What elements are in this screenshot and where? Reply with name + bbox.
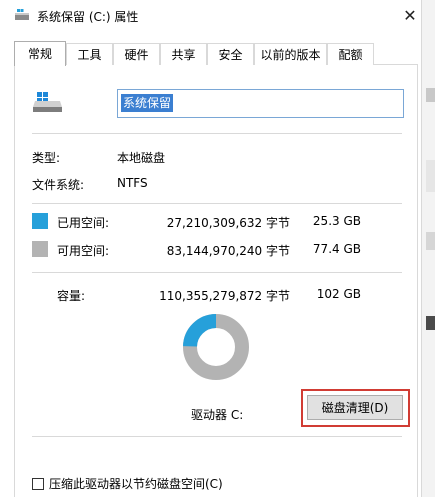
tab-label: 安全 [218,48,243,62]
tab-security[interactable]: 安全 [207,43,254,65]
background-panel-mark [426,160,435,192]
used-space-bytes: 27,210,309,632 字节 [166,216,290,230]
disk-cleanup-label: 磁盘清理(D) [321,401,389,415]
background-scroll-mark [426,88,435,102]
drive-letter-label: 驱动器 C: [191,408,244,422]
background-dark-mark [426,316,435,330]
tab-sharing[interactable]: 共享 [160,43,207,65]
filesystem-label: 文件系统: [32,178,85,192]
type-label: 类型: [32,151,61,165]
capacity-size: 102 GB [316,287,361,301]
window-title: 系统保留 (C:) 属性 [37,10,139,24]
general-panel [14,64,418,497]
capacity-label: 容量: [57,289,86,303]
properties-window: 系统保留 (C:) 属性 ✕ 常规 工具 硬件 共享 安全 以前的版本 配额 系… [0,0,422,497]
separator [32,436,402,437]
tab-label: 以前的版本 [260,48,321,62]
drive-name-input[interactable]: 系统保留 [117,89,404,118]
used-space-size: 25.3 GB [312,214,361,228]
background-panel-mark [426,232,435,250]
drive-name-value: 系统保留 [121,94,174,112]
separator [32,272,402,273]
used-space-label: 已用空间: [57,216,110,230]
used-space-swatch [32,213,48,229]
tab-quota[interactable]: 配额 [327,43,374,65]
title-bar[interactable]: 系统保留 (C:) 属性 ✕ [0,0,421,32]
tab-hardware[interactable]: 硬件 [113,43,160,65]
tab-label: 硬件 [124,48,149,62]
free-space-bytes: 83,144,970,240 字节 [166,244,290,258]
disk-cleanup-button[interactable]: 磁盘清理(D) [307,395,403,420]
drive-icon [33,92,62,112]
tab-general[interactable]: 常规 [14,41,66,66]
free-space-label: 可用空间: [57,244,110,258]
tab-label: 共享 [171,48,196,62]
free-space-size: 77.4 GB [312,242,361,256]
compress-checkbox[interactable] [32,477,44,490]
compress-option[interactable]: 压缩此驱动器以节约磁盘空间(C) [32,475,223,492]
drive-title-icon [15,9,29,20]
capacity-bytes: 110,355,279,872 字节 [159,289,290,303]
filesystem-value: NTFS [117,176,148,190]
type-value: 本地磁盘 [117,151,166,165]
separator [32,133,402,134]
tab-tools[interactable]: 工具 [66,43,113,65]
tab-label: 常规 [27,47,52,61]
tab-previous-versions[interactable]: 以前的版本 [254,43,327,65]
usage-donut-chart [183,314,249,380]
tab-label: 配额 [338,48,363,62]
tab-label: 工具 [77,48,102,62]
compress-checkbox-label: 压缩此驱动器以节约磁盘空间(C) [49,477,223,491]
free-space-swatch [32,241,48,257]
separator [32,203,402,204]
close-icon: ✕ [403,5,417,25]
close-button[interactable]: ✕ [398,3,422,27]
